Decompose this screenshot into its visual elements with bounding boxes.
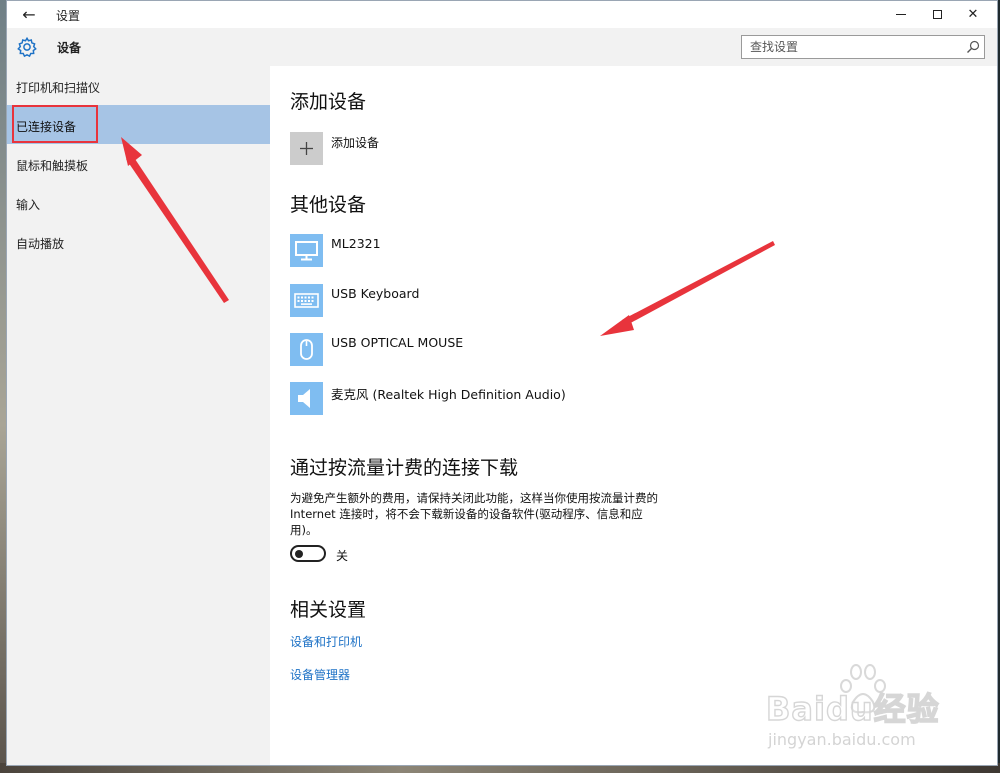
device-item[interactable]: ML2321	[290, 234, 790, 270]
sidebar-item-printers-scanners[interactable]: 打印机和扫描仪	[7, 66, 270, 105]
close-button[interactable]: ✕	[953, 1, 993, 28]
device-item[interactable]: 麦克风 (Realtek High Definition Audio)	[290, 382, 790, 418]
other-devices-heading: 其他设备	[290, 194, 367, 216]
devices-printers-link[interactable]: 设备和打印机	[290, 633, 362, 650]
monitor-icon	[290, 234, 323, 267]
sidebar-item-label: 打印机和扫描仪	[16, 81, 101, 95]
sidebar-item-label: 鼠标和触摸板	[16, 159, 89, 173]
title-bar: ← 设置 ✕	[7, 1, 997, 28]
metered-download-heading: 通过按流量计费的连接下载	[290, 457, 519, 479]
sidebar-item-label: 自动播放	[16, 237, 65, 251]
minimize-icon	[896, 14, 906, 15]
window-title: 设置	[56, 9, 81, 23]
minimize-button[interactable]	[881, 1, 921, 28]
sidebar-item-mouse-touchpad[interactable]: 鼠标和触摸板	[7, 144, 270, 183]
device-item[interactable]: USB Keyboard	[290, 284, 790, 320]
speaker-icon	[290, 382, 323, 415]
sidebar: 打印机和扫描仪 已连接设备 鼠标和触摸板 输入 自动播放	[7, 66, 270, 765]
device-name: USB Keyboard	[331, 286, 420, 301]
close-icon: ✕	[967, 7, 979, 22]
toggle-state-label: 关	[336, 549, 349, 563]
settings-window: ← 设置 ✕ 设备 打印机和扫	[6, 0, 998, 766]
maximize-button[interactable]	[917, 1, 957, 28]
device-item[interactable]: USB OPTICAL MOUSE	[290, 333, 790, 369]
gear-icon	[17, 36, 37, 58]
plus-icon	[300, 142, 313, 155]
sidebar-item-label: 已连接设备	[16, 120, 77, 134]
metered-download-toggle[interactable]	[290, 545, 326, 562]
sidebar-item-typing[interactable]: 输入	[7, 183, 270, 222]
sidebar-item-autoplay[interactable]: 自动播放	[7, 222, 270, 261]
back-arrow-icon: ←	[22, 5, 36, 24]
add-device-button[interactable]	[290, 132, 323, 165]
device-name: ML2321	[331, 236, 381, 251]
search-input[interactable]	[750, 39, 960, 55]
device-name: USB OPTICAL MOUSE	[331, 335, 464, 350]
maximize-icon	[932, 10, 942, 19]
keyboard-icon	[290, 284, 323, 317]
search-icon[interactable]	[966, 40, 980, 54]
header-bar: 设备	[7, 28, 997, 66]
device-manager-link[interactable]: 设备管理器	[290, 666, 350, 683]
main-content: 添加设备 添加设备 其他设备 ML2321 USB Keyboard USB O…	[270, 66, 997, 765]
toggle-knob	[295, 549, 303, 558]
device-name: 麦克风 (Realtek High Definition Audio)	[331, 387, 566, 402]
search-box[interactable]	[741, 35, 985, 59]
add-device-label[interactable]: 添加设备	[331, 134, 379, 151]
related-settings-heading: 相关设置	[290, 599, 367, 621]
page-title: 设备	[57, 41, 82, 55]
mouse-icon	[290, 333, 323, 366]
add-devices-heading: 添加设备	[290, 91, 367, 113]
back-button[interactable]: ←	[11, 1, 47, 28]
sidebar-item-label: 输入	[16, 198, 41, 212]
metered-download-description: 为避免产生额外的费用，请保持关闭此功能，这样当你使用按流量计费的 Interne…	[290, 491, 658, 537]
sidebar-item-connected-devices[interactable]: 已连接设备	[7, 105, 270, 144]
